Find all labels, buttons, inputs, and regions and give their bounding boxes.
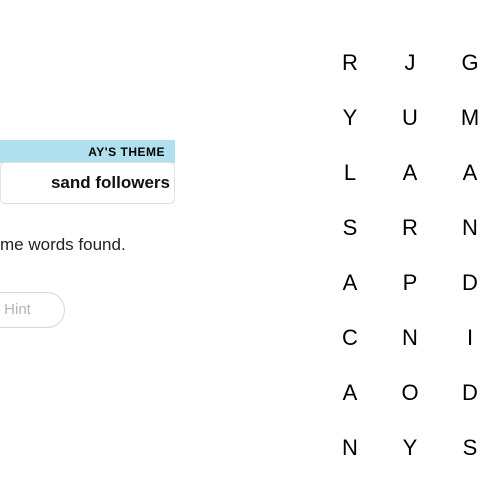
grid-cell[interactable]: C xyxy=(320,310,380,365)
grid-cell[interactable]: R xyxy=(380,200,440,255)
grid-cell[interactable]: N xyxy=(380,310,440,365)
grid-cell[interactable]: D xyxy=(440,365,500,420)
grid-cell[interactable]: Y xyxy=(320,90,380,145)
grid-cell[interactable]: A xyxy=(380,145,440,200)
grid-cell[interactable]: L xyxy=(320,145,380,200)
grid-cell[interactable]: A xyxy=(320,255,380,310)
letter-grid[interactable]: R J G Y U M L A A S R N A P D C N I A O … xyxy=(320,35,500,475)
game-screen: AY'S THEME sand followers me words found… xyxy=(0,0,500,500)
grid-cell[interactable]: A xyxy=(440,145,500,200)
grid-cell[interactable]: Y xyxy=(380,420,440,475)
grid-cell[interactable]: O xyxy=(380,365,440,420)
grid-cell[interactable]: P xyxy=(380,255,440,310)
theme-title: sand followers xyxy=(0,162,175,204)
status-text: me words found. xyxy=(0,235,126,255)
grid-cell[interactable]: G xyxy=(440,35,500,90)
grid-cell[interactable]: S xyxy=(320,200,380,255)
grid-cell[interactable]: R xyxy=(320,35,380,90)
grid-cell[interactable]: U xyxy=(380,90,440,145)
grid-cell[interactable]: M xyxy=(440,90,500,145)
grid-cell[interactable]: D xyxy=(440,255,500,310)
grid-cell[interactable]: J xyxy=(380,35,440,90)
grid-cell[interactable]: N xyxy=(320,420,380,475)
hint-button[interactable]: Hint xyxy=(0,292,65,328)
grid-cell[interactable]: N xyxy=(440,200,500,255)
grid-cell[interactable]: S xyxy=(440,420,500,475)
grid-cell[interactable]: A xyxy=(320,365,380,420)
theme-panel: AY'S THEME sand followers xyxy=(0,140,175,204)
theme-header-label: AY'S THEME xyxy=(0,140,175,163)
grid-cell[interactable]: I xyxy=(440,310,500,365)
